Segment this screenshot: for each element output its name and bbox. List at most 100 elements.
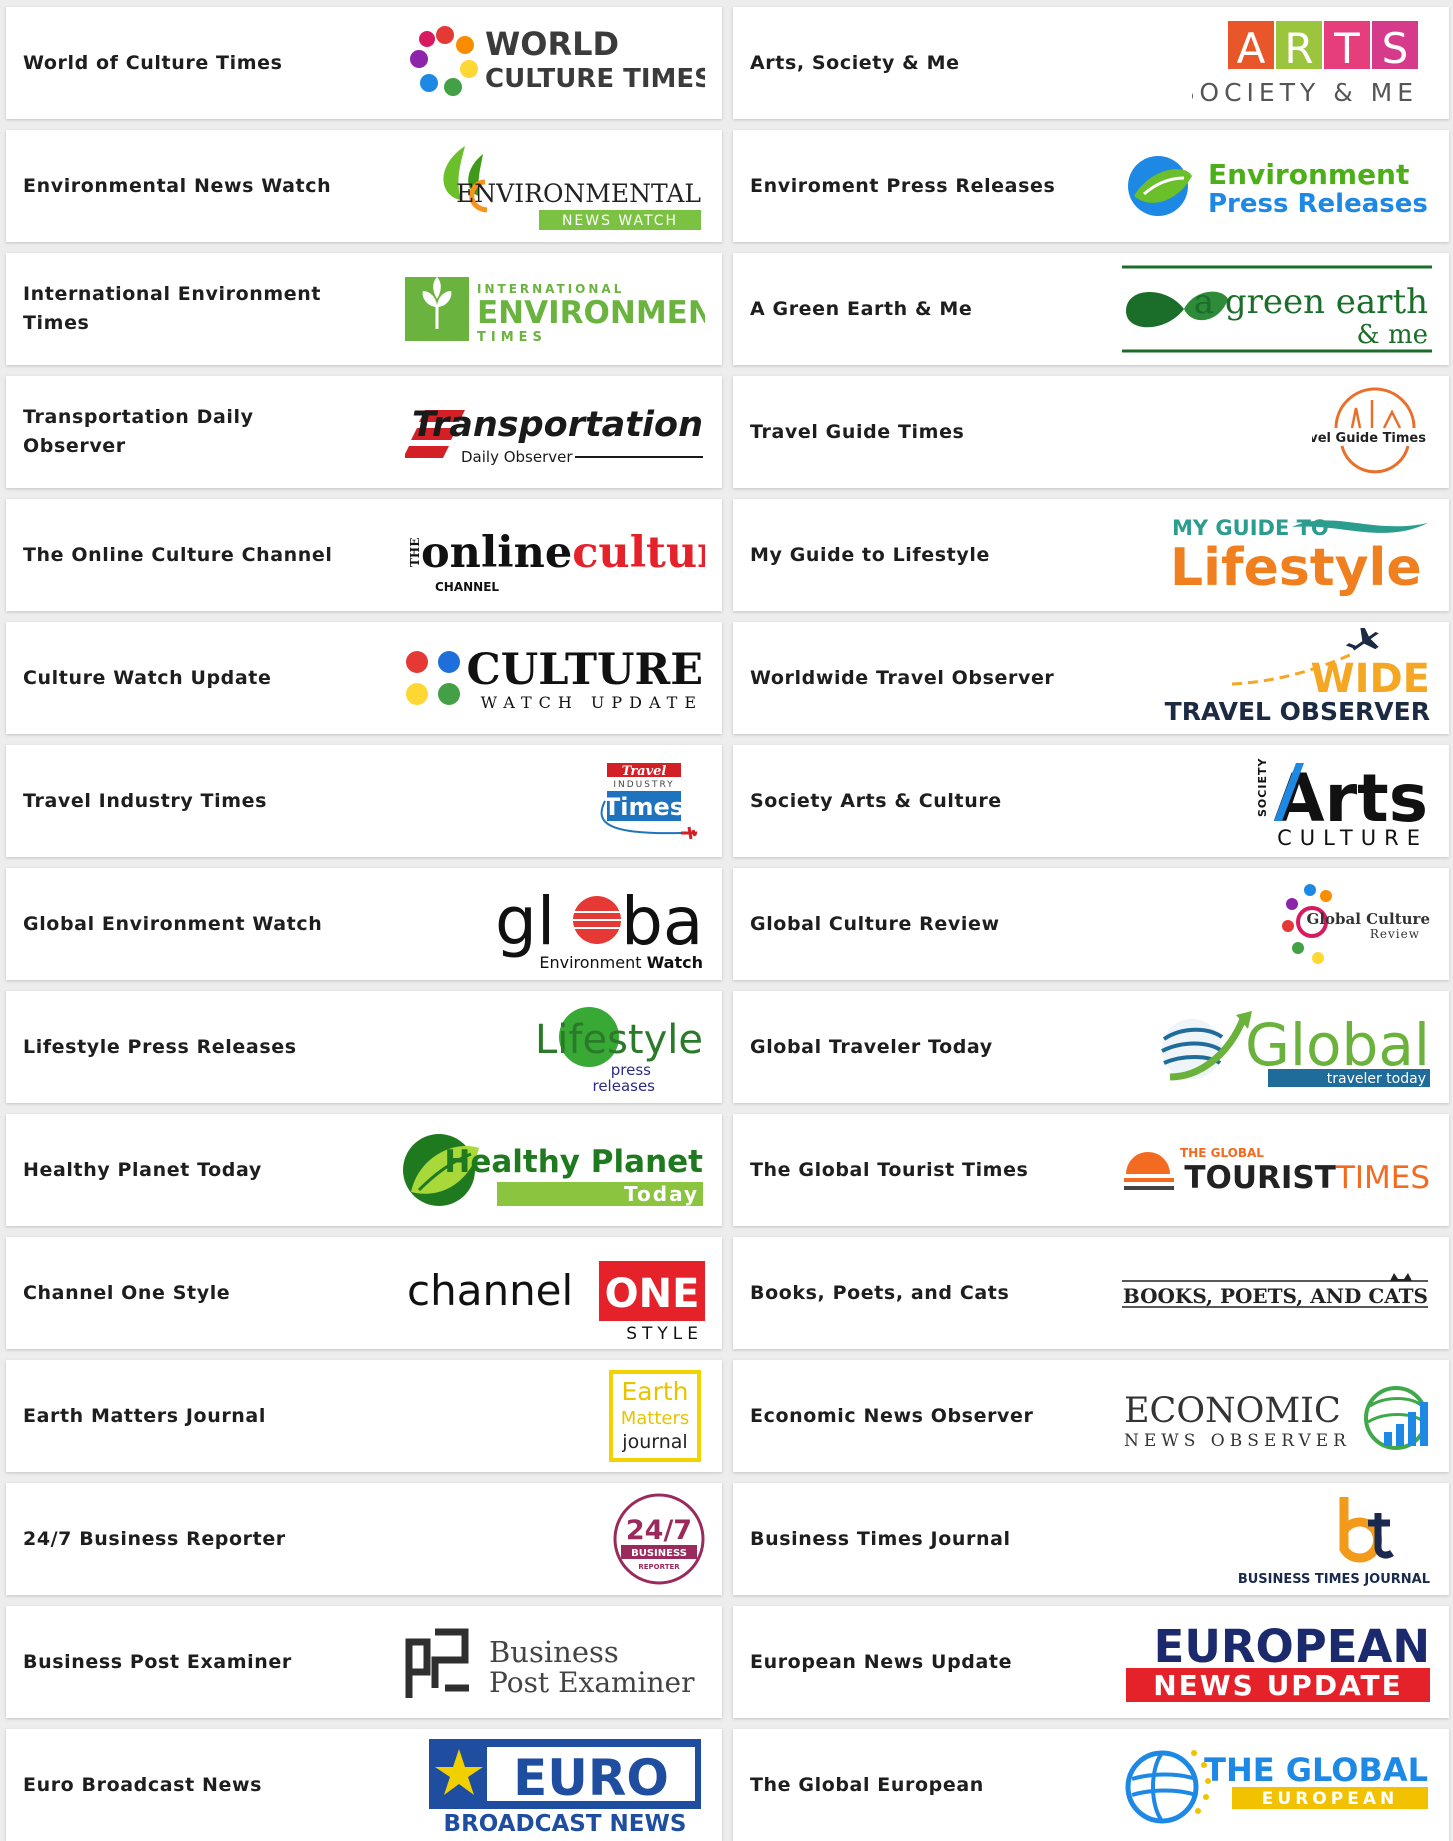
business-times-journal-logo[interactable]: BUSINESS TIMES JOURNAL (1112, 1489, 1432, 1589)
publication-card[interactable]: Business Post Examiner Business Post Exa… (6, 1606, 722, 1718)
books-poets-cats-logo[interactable]: BOOKS, POETS, AND CATS (1112, 1243, 1432, 1343)
svg-text:Lifestyle: Lifestyle (1170, 538, 1422, 598)
svg-text:Matters: Matters (621, 1408, 690, 1429)
publication-card[interactable]: Channel One Style channel ONE STYLE (6, 1237, 722, 1349)
publication-name: Global Culture Review (750, 912, 1000, 935)
publication-card[interactable]: Worldwide Travel Observer WIDE TRAVEL OB… (733, 622, 1449, 734)
publication-card[interactable]: Healthy Planet Today Healthy Planet Toda… (6, 1114, 722, 1226)
publication-card[interactable]: Global Environment Watch gl bal Environm… (6, 868, 722, 980)
svg-text:THE GLOBAL: THE GLOBAL (1204, 1751, 1428, 1789)
publication-name: International Environment Times (23, 283, 322, 334)
publication-name: The Online Culture Channel (23, 543, 333, 566)
healthy-planet-today-logo[interactable]: Healthy Planet Today (385, 1120, 705, 1220)
publication-card[interactable]: A Green Earth & Me a green earth & me (733, 253, 1449, 365)
publication-card[interactable]: Euro Broadcast News EURO BROADCAST NEWS (6, 1729, 722, 1841)
worldwide-travel-observer-logo[interactable]: WIDE TRAVEL OBSERVER (1112, 628, 1432, 728)
travel-industry-times-logo[interactable]: Travel INDUSTRY Times (385, 751, 705, 851)
publication-card[interactable]: The Global Tourist Times THE GLOBAL TOUR… (733, 1114, 1449, 1226)
society-arts-culture-logo[interactable]: SOCIETY Arts CULTURE (1112, 751, 1432, 851)
world-culture-times-logo[interactable]: WORLD CULTURE TIMES (385, 13, 705, 113)
the-global-tourist-times-logo[interactable]: THE GLOBAL TOURISTTIMES (1112, 1120, 1432, 1220)
svg-text:bal: bal (621, 883, 705, 960)
publication-name: Enviroment Press Releases (750, 174, 1056, 197)
svg-text:Healthy Planet: Healthy Planet (444, 1144, 703, 1180)
global-traveler-today-logo[interactable]: Global traveler today (1112, 997, 1432, 1097)
lifestyle-press-releases-logo[interactable]: Lifestyle press releases (385, 997, 705, 1097)
publication-card[interactable]: Arts, Society & Me A R T S SOCIETY & ME (733, 7, 1449, 119)
svg-text:Global: Global (1245, 1011, 1430, 1079)
publication-name: Business Times Journal (750, 1527, 1011, 1550)
publication-name: Earth Matters Journal (23, 1404, 266, 1427)
svg-text:TIMES: TIMES (477, 330, 547, 345)
svg-text:ENVIRONMENT: ENVIRONMENT (477, 295, 705, 331)
business-post-examiner-logo[interactable]: Business Post Examiner (385, 1612, 705, 1712)
publication-card[interactable]: Travel Industry Times Travel INDUSTRY Ti… (6, 745, 722, 857)
global-environment-watch-logo[interactable]: gl bal Environment Watch (385, 874, 705, 974)
publication-card[interactable]: Society Arts & Culture SOCIETY Arts CULT… (733, 745, 1449, 857)
publication-card[interactable]: Environmental News Watch ENVIRONMENTAL N… (6, 130, 722, 242)
publication-card[interactable]: European News Update EUROPEAN NEWS UPDAT… (733, 1606, 1449, 1718)
publication-card[interactable]: Business Times Journal BUSINESS TIMES JO… (733, 1483, 1449, 1595)
european-news-update-logo[interactable]: EUROPEAN NEWS UPDATE (1112, 1612, 1432, 1712)
publication-name: Arts, Society & Me (750, 51, 960, 74)
a-green-earth-me-logo[interactable]: a green earth & me (1112, 259, 1432, 359)
svg-text:Global Culture: Global Culture (1307, 910, 1430, 928)
publication-card[interactable]: World of Culture Times WORLD CULTURE TIM… (6, 7, 722, 119)
svg-text:Press Releases: Press Releases (1208, 189, 1428, 219)
svg-text:NEWS UPDATE: NEWS UPDATE (1153, 1669, 1403, 1702)
publication-name: Economic News Observer (750, 1404, 1034, 1427)
culture-watch-update-logo[interactable]: CULTURE WATCH UPDATE (385, 628, 705, 728)
global-culture-review-logo[interactable]: Global Culture Review (1112, 874, 1432, 974)
environmental-news-watch-logo[interactable]: ENVIRONMENTAL NEWS WATCH (385, 136, 705, 236)
publication-card[interactable]: Global Culture Review Global Culture Rev… (733, 868, 1449, 980)
publication-card[interactable]: The Online Culture Channel THE onlinecul… (6, 499, 722, 611)
publication-card[interactable]: Economic News Observer ECONOMIC NEWS OBS… (733, 1360, 1449, 1472)
environment-press-releases-logo[interactable]: Environment Press Releases (1112, 136, 1432, 236)
publication-name: Business Post Examiner (23, 1650, 292, 1673)
svg-text:ONE: ONE (605, 1271, 700, 1317)
svg-text:Daily Observer: Daily Observer (461, 448, 573, 466)
publication-card[interactable]: The Global European THE GLOBAL EUROPEAN (733, 1729, 1449, 1841)
publication-card[interactable]: Enviroment Press Releases Environment Pr… (733, 130, 1449, 242)
the-online-culture-channel-logo[interactable]: THE onlineculture CHANNEL (385, 505, 705, 605)
publication-card[interactable]: Culture Watch Update CULTURE WATCH UPDAT… (6, 622, 722, 734)
cat-icon (1390, 1273, 1412, 1281)
arts-society-me-logo[interactable]: A R T S SOCIETY & ME (1112, 13, 1432, 113)
svg-text:REPORTER: REPORTER (638, 1563, 680, 1571)
publication-card[interactable]: International Environment Times INTERNAT… (6, 253, 722, 365)
publication-name: The Global European (750, 1773, 984, 1796)
transportation-daily-observer-logo[interactable]: Transportation Daily Observer (385, 382, 705, 482)
svg-text:CULTURE TIMES: CULTURE TIMES (485, 64, 705, 94)
publication-card[interactable]: My Guide to Lifestyle MY GUIDE TO Lifest… (733, 499, 1449, 611)
publication-card[interactable]: Travel Guide Times Travel Guide Times (733, 376, 1449, 488)
publication-card[interactable]: Transportation Daily Observer Transporta… (6, 376, 722, 488)
international-environment-times-logo[interactable]: INTERNATIONAL ENVIRONMENT TIMES (385, 259, 705, 359)
svg-text:TRAVEL OBSERVER: TRAVEL OBSERVER (1165, 697, 1430, 726)
svg-text:24/7: 24/7 (626, 1515, 692, 1546)
svg-text:S: S (1382, 24, 1409, 73)
publication-card[interactable]: Books, Poets, and Cats BOOKS, POETS, AND… (733, 1237, 1449, 1349)
svg-text:T: T (1333, 24, 1360, 73)
svg-text:BUSINESS TIMES JOURNAL: BUSINESS TIMES JOURNAL (1238, 1572, 1430, 1587)
the-global-european-logo[interactable]: THE GLOBAL EUROPEAN (1112, 1735, 1432, 1835)
travel-guide-times-logo[interactable]: Travel Guide Times (1112, 382, 1432, 482)
svg-text:Transportation: Transportation (412, 405, 703, 445)
svg-text:gl: gl (495, 883, 555, 960)
earth-matters-journal-logo[interactable]: Earth Matters journal (385, 1366, 705, 1466)
svg-text:BOOKS, POETS, AND CATS: BOOKS, POETS, AND CATS (1123, 1284, 1428, 1308)
publication-card[interactable]: 24/7 Business Reporter 24/7 BUSINESS REP… (6, 1483, 722, 1595)
publication-card[interactable]: Earth Matters Journal Earth Matters jour… (6, 1360, 722, 1472)
publication-name: Lifestyle Press Releases (23, 1035, 297, 1058)
publication-card[interactable]: Global Traveler Today Global traveler to… (733, 991, 1449, 1103)
business-reporter-logo[interactable]: 24/7 BUSINESS REPORTER (385, 1489, 705, 1589)
my-guide-to-lifestyle-logo[interactable]: MY GUIDE TO Lifestyle (1112, 505, 1432, 605)
publication-name: Healthy Planet Today (23, 1158, 262, 1181)
euro-broadcast-news-logo[interactable]: EURO BROADCAST NEWS (385, 1735, 705, 1835)
economic-news-observer-logo[interactable]: ECONOMIC NEWS OBSERVER (1112, 1366, 1432, 1466)
publication-card[interactable]: Lifestyle Press Releases Lifestyle press… (6, 991, 722, 1103)
channel-one-style-logo[interactable]: channel ONE STYLE (385, 1243, 705, 1343)
svg-text:channel: channel (407, 1266, 573, 1315)
svg-text:Review: Review (1370, 927, 1420, 941)
svg-text:BROADCAST NEWS: BROADCAST NEWS (444, 1811, 687, 1835)
svg-text:Today: Today (624, 1182, 699, 1206)
